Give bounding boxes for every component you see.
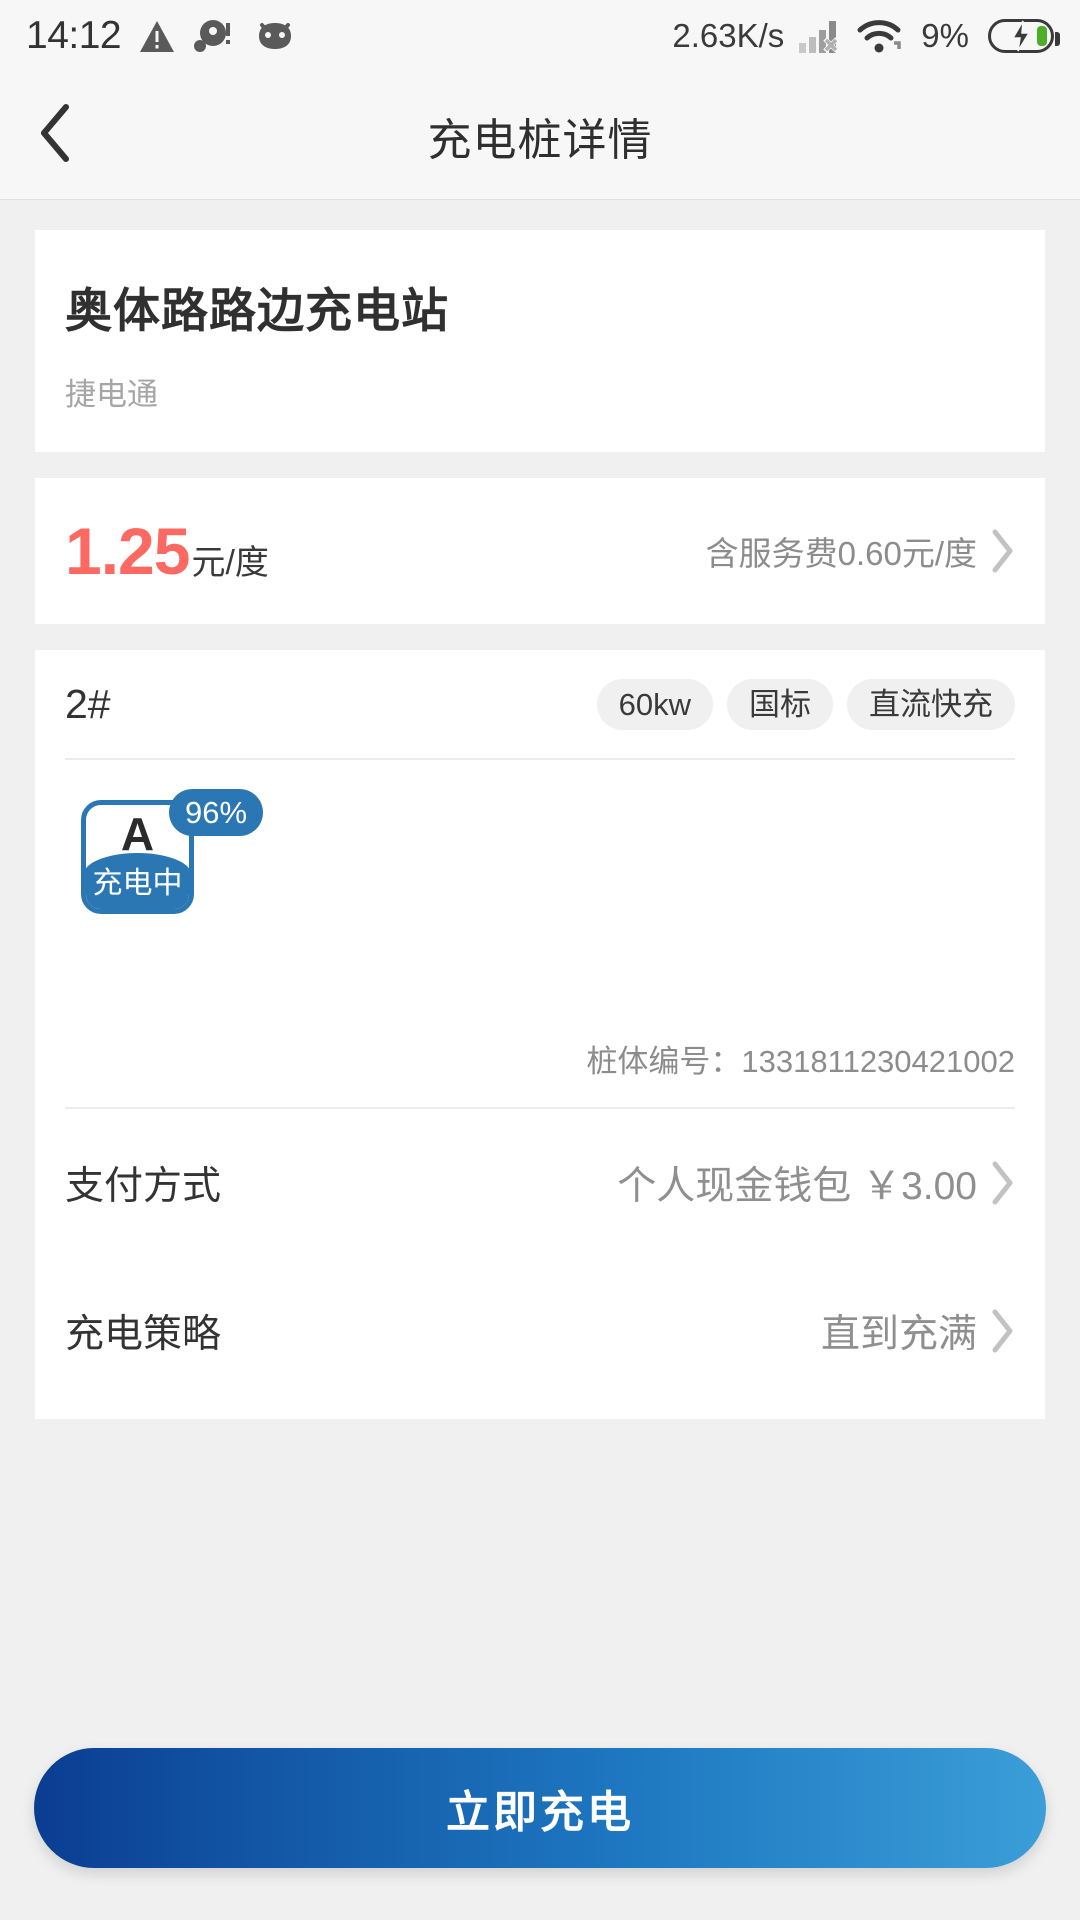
- wifi-icon: [856, 19, 902, 53]
- card-spacer: [65, 1405, 1015, 1419]
- price-amount: 1.25: [65, 514, 190, 588]
- status-bar-left: 14:12: [26, 14, 297, 58]
- warning-triangle-icon: [139, 20, 175, 53]
- pile-tag-type: 直流快充: [847, 678, 1015, 730]
- clock-time: 14:12: [26, 14, 122, 57]
- android-bug-icon: [253, 21, 297, 51]
- connector-area: A 充电中 96%: [65, 760, 1015, 1036]
- price-unit: 元/度: [191, 544, 269, 582]
- chevron-right-icon: [991, 529, 1015, 573]
- pile-tag-power: 60kw: [596, 678, 713, 730]
- start-charging-button[interactable]: 立即充电: [34, 1748, 1046, 1868]
- status-bar: 14:12 2.63K/s 9%: [0, 0, 1080, 72]
- chevron-right-icon: [991, 1309, 1015, 1353]
- cta-container: 立即充电: [0, 1748, 1080, 1868]
- nav-header: 充电桩详情: [0, 72, 1080, 200]
- battery-percent-text: 9%: [921, 17, 969, 54]
- page-title: 充电桩详情: [427, 115, 653, 165]
- payment-method-row[interactable]: 支付方式 个人现金钱包 ￥3.00: [65, 1109, 1015, 1257]
- alert-dot-icon: [193, 19, 235, 53]
- pile-tag-list: 60kw 国标 直流快充: [596, 678, 1015, 730]
- service-fee-text: 含服务费0.60元/度: [705, 535, 977, 572]
- payment-method-value: 个人现金钱包 ￥3.00: [617, 1165, 977, 1208]
- station-card: 奥体路路边充电站 捷电通: [35, 230, 1045, 452]
- price-card[interactable]: 1.25 元/度 含服务费0.60元/度: [35, 478, 1045, 624]
- price-block: 1.25 元/度: [65, 513, 269, 589]
- station-operator: 捷电通: [65, 377, 158, 412]
- chevron-right-icon: [991, 1161, 1015, 1205]
- connector-status-text: 充电中: [92, 867, 183, 900]
- status-bar-right: 2.63K/s 9%: [672, 17, 1060, 55]
- charging-strategy-value: 直到充满: [820, 1313, 977, 1356]
- connector-battery-badge: 96%: [169, 789, 264, 836]
- network-speed-text: 2.63K/s: [672, 17, 785, 54]
- page-content: 奥体路路边充电站 捷电通 1.25 元/度 含服务费0.60元/度 2# 60k…: [0, 230, 1080, 1419]
- payment-method-label: 支付方式: [65, 1165, 222, 1208]
- chevron-left-icon: [38, 104, 72, 167]
- pile-number: 2#: [65, 680, 111, 727]
- station-name: 奥体路路边充电站: [65, 284, 449, 337]
- signal-bars-icon: [799, 19, 841, 53]
- back-button[interactable]: [0, 72, 110, 199]
- pile-tag-standard: 国标: [727, 678, 833, 730]
- charging-strategy-value-block: 直到充满: [821, 1303, 1015, 1359]
- service-fee-block[interactable]: 含服务费0.60元/度: [706, 527, 1015, 575]
- payment-method-value-block: 个人现金钱包 ￥3.00: [617, 1155, 1015, 1211]
- battery-charging-icon: [988, 19, 1060, 53]
- charging-strategy-label: 充电策略: [65, 1313, 222, 1356]
- pile-card: 2# 60kw 国标 直流快充 A 充电中 96% 桩体编号：133181123…: [35, 650, 1045, 1419]
- charging-strategy-row[interactable]: 充电策略 直到充满: [65, 1257, 1015, 1405]
- pile-header: 2# 60kw 国标 直流快充: [65, 650, 1015, 758]
- pile-code-text: 桩体编号：1331811230421002: [586, 1044, 1015, 1079]
